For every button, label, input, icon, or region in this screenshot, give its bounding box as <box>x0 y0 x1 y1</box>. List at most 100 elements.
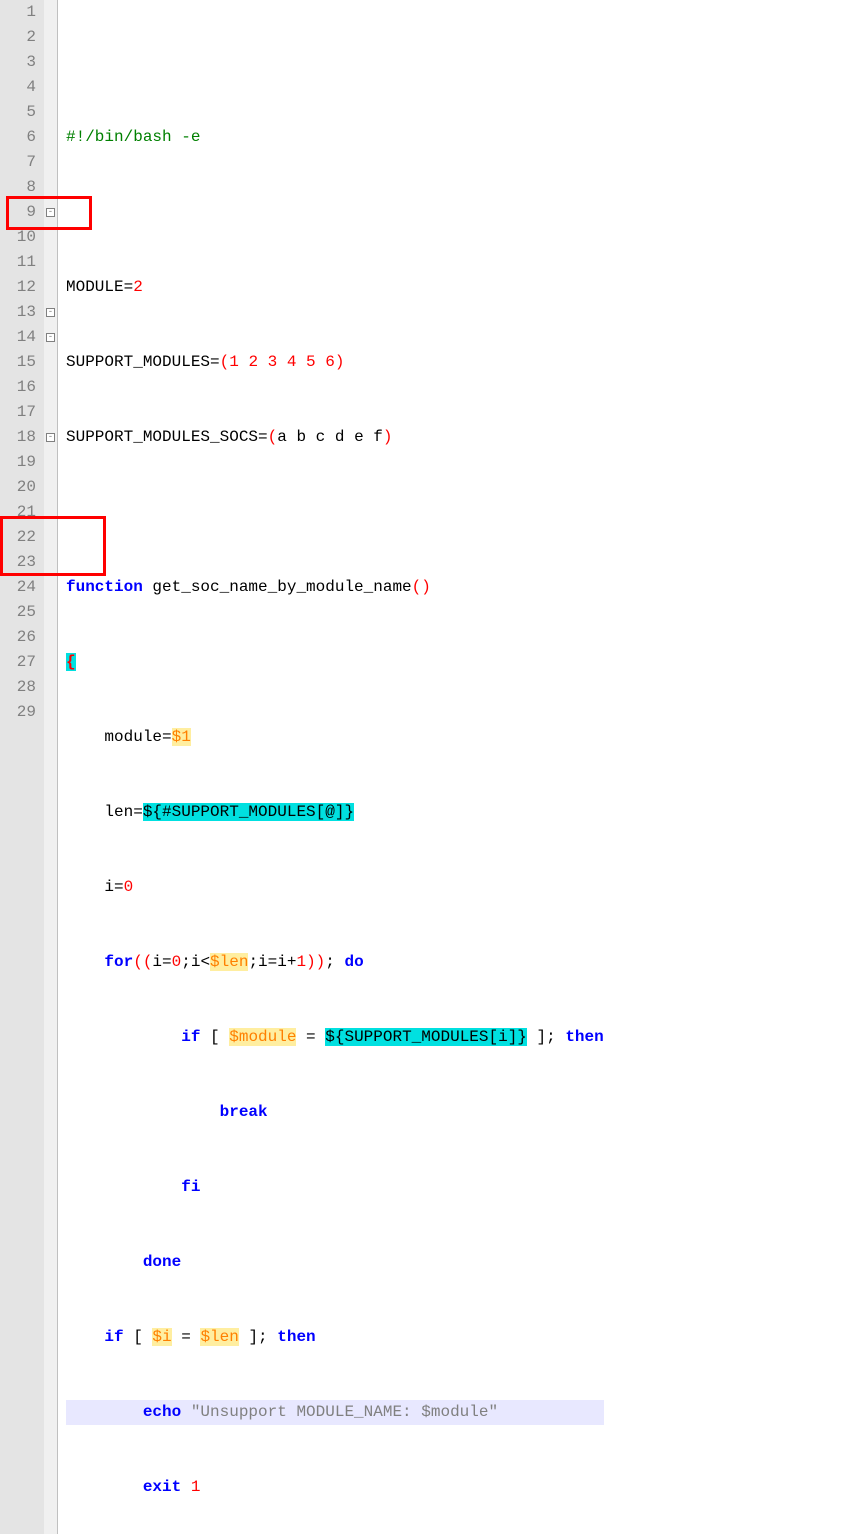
code-line[interactable]: for((i=0;i<$len;i=i+1)); do <box>66 950 604 975</box>
code-line[interactable]: done <box>66 1250 604 1275</box>
line-number: 26 <box>0 625 36 650</box>
code-line[interactable]: exit 1 <box>66 1475 604 1500</box>
keyword-fi: fi <box>181 1178 200 1196</box>
code-line[interactable]: len=${#SUPPORT_MODULES[@]} <box>66 800 604 825</box>
token: = <box>172 1328 201 1346</box>
line-number: 5 <box>0 100 36 125</box>
keyword-then: then <box>565 1028 603 1046</box>
line-number: 3 <box>0 50 36 75</box>
assign-label: i= <box>104 878 123 896</box>
shebang: #!/bin/bash -e <box>66 128 200 146</box>
keyword-if: if <box>104 1328 123 1346</box>
token: ] <box>239 1328 258 1346</box>
number-literal: 1 <box>296 953 306 971</box>
line-number: 1 <box>0 0 36 25</box>
assign-label: SUPPORT_MODULES_SOCS= <box>66 428 268 446</box>
code-line[interactable]: MODULE=2 <box>66 275 604 300</box>
line-number: 22 <box>0 525 36 550</box>
paren: () <box>412 578 431 596</box>
line-number: 23 <box>0 550 36 575</box>
token: ; <box>546 1028 565 1046</box>
token: ] <box>527 1028 546 1046</box>
line-number: 4 <box>0 75 36 100</box>
array-values: 1 2 3 4 5 6 <box>229 353 335 371</box>
keyword-done: done <box>143 1253 181 1271</box>
line-number: 24 <box>0 575 36 600</box>
token: [ <box>124 1328 153 1346</box>
code-line[interactable]: module=$1 <box>66 725 604 750</box>
line-number: 8 <box>0 175 36 200</box>
keyword-break: break <box>220 1103 268 1121</box>
token: ; <box>325 953 344 971</box>
line-number: 19 <box>0 450 36 475</box>
code-line[interactable]: #!/bin/bash -e <box>66 125 604 150</box>
keyword-exit: exit <box>143 1478 181 1496</box>
code-editor[interactable]: 1 2 3 4 5 6 7 8 9 10 11 12 13 14 15 16 1… <box>0 0 846 1534</box>
line-number: 21 <box>0 500 36 525</box>
line-number: 25 <box>0 600 36 625</box>
variable: $1 <box>172 728 191 746</box>
line-number: 15 <box>0 350 36 375</box>
code-line[interactable]: SUPPORT_MODULES_SOCS=(a b c d e f) <box>66 425 604 450</box>
code-area[interactable]: #!/bin/bash -e MODULE=2 SUPPORT_MODULES=… <box>58 0 604 1534</box>
code-line[interactable]: if [ $module = ${SUPPORT_MODULES[i]} ]; … <box>66 1025 604 1050</box>
code-line[interactable]: { <box>66 650 604 675</box>
line-number: 13 <box>0 300 36 325</box>
assign-label: SUPPORT_MODULES= <box>66 353 220 371</box>
assign-label: MODULE= <box>66 278 133 296</box>
code-line[interactable] <box>66 200 604 225</box>
variable: $len <box>210 953 248 971</box>
paren: ) <box>335 353 345 371</box>
fold-minus-icon[interactable]: - <box>46 333 55 342</box>
code-line[interactable]: if [ $i = $len ]; then <box>66 1325 604 1350</box>
paren: ( <box>268 428 278 446</box>
line-number: 12 <box>0 275 36 300</box>
line-number: 10 <box>0 225 36 250</box>
line-number-gutter: 1 2 3 4 5 6 7 8 9 10 11 12 13 14 15 16 1… <box>0 0 44 1534</box>
line-number: 6 <box>0 125 36 150</box>
assign-label: len= <box>104 803 142 821</box>
fold-gutter[interactable]: - - - - <box>44 0 58 1534</box>
variable: $module <box>229 1028 296 1046</box>
line-number: 17 <box>0 400 36 425</box>
keyword-do: do <box>344 953 363 971</box>
code-line[interactable] <box>66 50 604 75</box>
code-line[interactable]: fi <box>66 1175 604 1200</box>
line-number: 14 <box>0 325 36 350</box>
keyword-echo: echo <box>143 1403 181 1421</box>
line-number: 28 <box>0 675 36 700</box>
keyword-then: then <box>277 1328 315 1346</box>
code-line[interactable]: function get_soc_name_by_module_name() <box>66 575 604 600</box>
code-line[interactable] <box>66 500 604 525</box>
code-line[interactable]: echo "Unsupport MODULE_NAME: $module" <box>66 1400 604 1425</box>
token: ;i=i+ <box>248 953 296 971</box>
fold-minus-icon[interactable]: - <box>46 308 55 317</box>
code-line[interactable]: SUPPORT_MODULES=(1 2 3 4 5 6) <box>66 350 604 375</box>
number-literal: 2 <box>133 278 143 296</box>
brace-open: { <box>66 653 76 671</box>
expr-highlight: ${#SUPPORT_MODULES[@]} <box>143 803 354 821</box>
number-literal: 0 <box>124 878 134 896</box>
line-number: 7 <box>0 150 36 175</box>
fold-minus-icon[interactable]: - <box>46 433 55 442</box>
token: i= <box>152 953 171 971</box>
line-number: 27 <box>0 650 36 675</box>
token: [ <box>200 1028 229 1046</box>
token: ;i< <box>181 953 210 971</box>
token: ; <box>258 1328 277 1346</box>
number-literal: 0 <box>172 953 182 971</box>
assign-label: module= <box>104 728 171 746</box>
variable: $i <box>152 1328 171 1346</box>
array-values: a b c d e f <box>277 428 383 446</box>
token: = <box>296 1028 325 1046</box>
fold-minus-icon[interactable]: - <box>46 208 55 217</box>
paren: ( <box>220 353 230 371</box>
code-line[interactable]: break <box>66 1100 604 1125</box>
line-number: 2 <box>0 25 36 50</box>
code-line[interactable]: i=0 <box>66 875 604 900</box>
keyword-function: function <box>66 578 143 596</box>
line-number: 18 <box>0 425 36 450</box>
expr-highlight: ${SUPPORT_MODULES[i]} <box>325 1028 527 1046</box>
string-literal: "Unsupport MODULE_NAME: $module" <box>181 1403 498 1421</box>
line-number: 16 <box>0 375 36 400</box>
